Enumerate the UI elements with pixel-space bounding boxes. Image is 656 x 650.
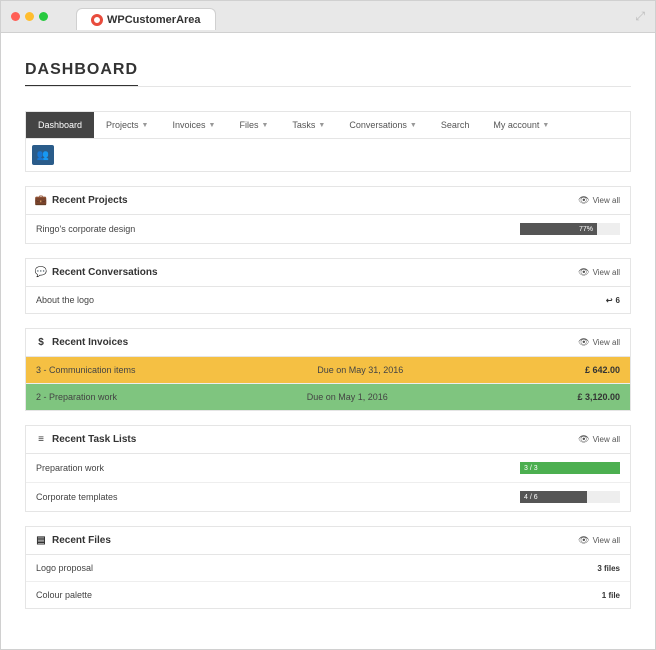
list-item[interactable]: 3 - Communication itemsDue on May 31, 20…	[26, 357, 630, 383]
file-icon: ▤	[36, 535, 46, 546]
panel-recent-invoices: $ Recent Invoices 👁View all 3 - Communica…	[25, 328, 631, 411]
view-all-link[interactable]: 👁View all	[578, 195, 620, 206]
panel-title-text: Recent Projects	[52, 195, 128, 206]
view-all-link[interactable]: 👁View all	[578, 267, 620, 278]
nav-item-conversations[interactable]: Conversations▼	[337, 112, 428, 138]
list-item[interactable]: Colour palette1 file	[26, 581, 630, 608]
window-controls	[1, 12, 48, 21]
caret-down-icon: ▼	[410, 122, 417, 129]
browser-frame: WPCustomerArea ⤢ DASHBOARD DashboardProj…	[0, 0, 656, 650]
briefcase-icon: 💼	[36, 195, 46, 206]
progress-bar: 77%	[520, 223, 620, 235]
list-item[interactable]: Ringo's corporate design77%	[26, 215, 630, 243]
minimize-dot-icon[interactable]	[25, 12, 34, 21]
list-item[interactable]: Corporate templates4 / 6	[26, 482, 630, 511]
progress-bar: 3 / 3	[520, 462, 620, 474]
page-title: DASHBOARD	[25, 61, 138, 87]
panel-title-text: Recent Task Lists	[52, 434, 136, 445]
panel-title-text: Recent Invoices	[52, 337, 128, 348]
close-dot-icon[interactable]	[11, 12, 20, 21]
chat-icon: 💬	[36, 267, 46, 278]
caret-down-icon: ▼	[318, 122, 325, 129]
panel-recent-conversations: 💬 Recent Conversations 👁View all About th…	[25, 258, 631, 314]
reply-icon: ↩	[606, 296, 613, 305]
view-all-link[interactable]: 👁View all	[578, 535, 620, 546]
panel-recent-projects: 💼 Recent Projects 👁View all Ringo's corpo…	[25, 186, 631, 244]
user-switch-button[interactable]: 👥	[32, 145, 54, 165]
view-all-link[interactable]: 👁View all	[578, 337, 620, 348]
caret-down-icon: ▼	[142, 122, 149, 129]
nav-item-files[interactable]: Files▼	[227, 112, 280, 138]
caret-down-icon: ▼	[542, 122, 549, 129]
title-rule	[25, 86, 631, 87]
browser-tab[interactable]: WPCustomerArea	[76, 8, 216, 30]
main-nav: DashboardProjects▼Invoices▼Files▼Tasks▼C…	[25, 111, 631, 139]
caret-down-icon: ▼	[209, 122, 216, 129]
toolbar: 👥	[25, 139, 631, 172]
user-switch-icon: 👥	[37, 150, 49, 161]
nav-item-projects[interactable]: Projects▼	[94, 112, 160, 138]
nav-item-search[interactable]: Search	[429, 112, 482, 138]
nav-item-dashboard[interactable]: Dashboard	[26, 112, 94, 138]
dollar-icon: $	[36, 337, 46, 348]
list-item[interactable]: About the logo↩6	[26, 287, 630, 313]
panel-recent-files: ▤ Recent Files 👁View all Logo proposal3 f…	[25, 526, 631, 609]
eye-icon: 👁	[578, 195, 589, 206]
list-icon: ≡	[36, 434, 46, 445]
nav-item-my-account[interactable]: My account▼	[481, 112, 561, 138]
panel-title-text: Recent Conversations	[52, 267, 158, 278]
nav-item-invoices[interactable]: Invoices▼	[160, 112, 227, 138]
nav-item-tasks[interactable]: Tasks▼	[280, 112, 337, 138]
list-item[interactable]: Logo proposal3 files	[26, 555, 630, 581]
expand-icon[interactable]: ⤢	[635, 9, 645, 24]
app-logo-icon	[91, 14, 103, 26]
eye-icon: 👁	[578, 337, 589, 348]
panel-recent-tasks: ≡ Recent Task Lists 👁View all Preparation…	[25, 425, 631, 512]
progress-bar: 4 / 6	[520, 491, 620, 503]
browser-chrome: WPCustomerArea ⤢	[1, 1, 655, 33]
list-item[interactable]: 2 - Preparation workDue on May 1, 2016£ …	[26, 383, 630, 410]
eye-icon: 👁	[578, 434, 589, 445]
eye-icon: 👁	[578, 535, 589, 546]
maximize-dot-icon[interactable]	[39, 12, 48, 21]
view-all-link[interactable]: 👁View all	[578, 434, 620, 445]
page-content: DASHBOARD DashboardProjects▼Invoices▼Fil…	[1, 33, 655, 649]
caret-down-icon: ▼	[261, 122, 268, 129]
eye-icon: 👁	[578, 267, 589, 278]
app-name: WPCustomerArea	[107, 14, 201, 26]
list-item[interactable]: Preparation work3 / 3	[26, 454, 630, 482]
panel-title-text: Recent Files	[52, 535, 111, 546]
